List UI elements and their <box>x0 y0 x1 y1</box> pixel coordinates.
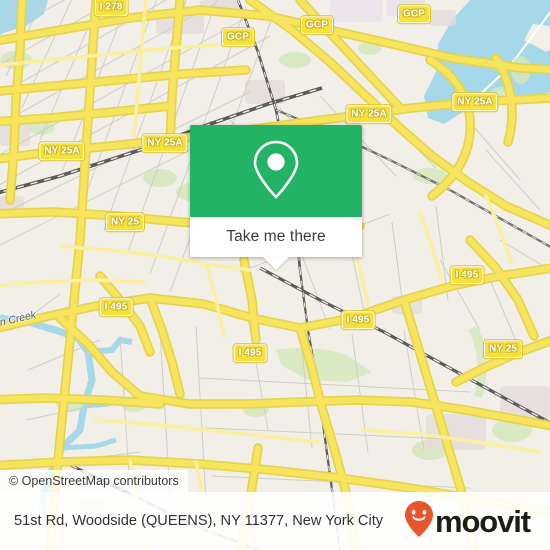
road-shield: I 495 <box>340 310 376 330</box>
road-shield: NY 25 <box>482 339 524 359</box>
footer-bar: 51st Rd, Woodside (QUEENS), NY 11377, Ne… <box>0 492 550 550</box>
road-shield: GCP <box>300 15 334 35</box>
popup-action-bar[interactable]: Take me there <box>190 217 362 270</box>
moovit-smiley-pin-icon <box>404 500 434 543</box>
road-shield: NY 25A <box>141 133 189 153</box>
road-shield: I 495 <box>449 265 485 285</box>
take-me-there-button[interactable]: Take me there <box>226 228 326 246</box>
moovit-logo[interactable]: moovit <box>404 500 531 543</box>
road-shield: I 495 <box>98 297 134 317</box>
moovit-wordmark: moovit <box>435 503 531 539</box>
map-marker-popup[interactable]: Take me there <box>190 125 362 270</box>
road-shield: NY 25A <box>451 92 499 112</box>
map-pin-icon <box>250 138 302 205</box>
road-shield: GCP <box>221 27 255 47</box>
popup-header <box>190 125 362 217</box>
road-shield: NY 25 <box>104 212 146 232</box>
road-shield: NY 25A <box>345 104 393 124</box>
map-screenshot: I 278 GCP GCP GCP NY 25A NY 25A NY 25A NY 25A NY… <box>0 0 550 550</box>
road-shield: NY 25A <box>38 141 86 161</box>
road-shield: GCP <box>397 4 431 24</box>
address-text: 51st Rd, Woodside (QUEENS), NY 11377, Ne… <box>14 512 384 529</box>
road-shield: I 278 <box>93 0 129 17</box>
road-shield: I 495 <box>232 343 268 363</box>
osm-attribution[interactable]: © OpenStreetMap contributors <box>0 470 188 492</box>
popup-tail-arrow <box>263 257 289 270</box>
map-canvas[interactable]: I 278 GCP GCP GCP NY 25A NY 25A NY 25A NY 25A NY… <box>0 0 550 550</box>
